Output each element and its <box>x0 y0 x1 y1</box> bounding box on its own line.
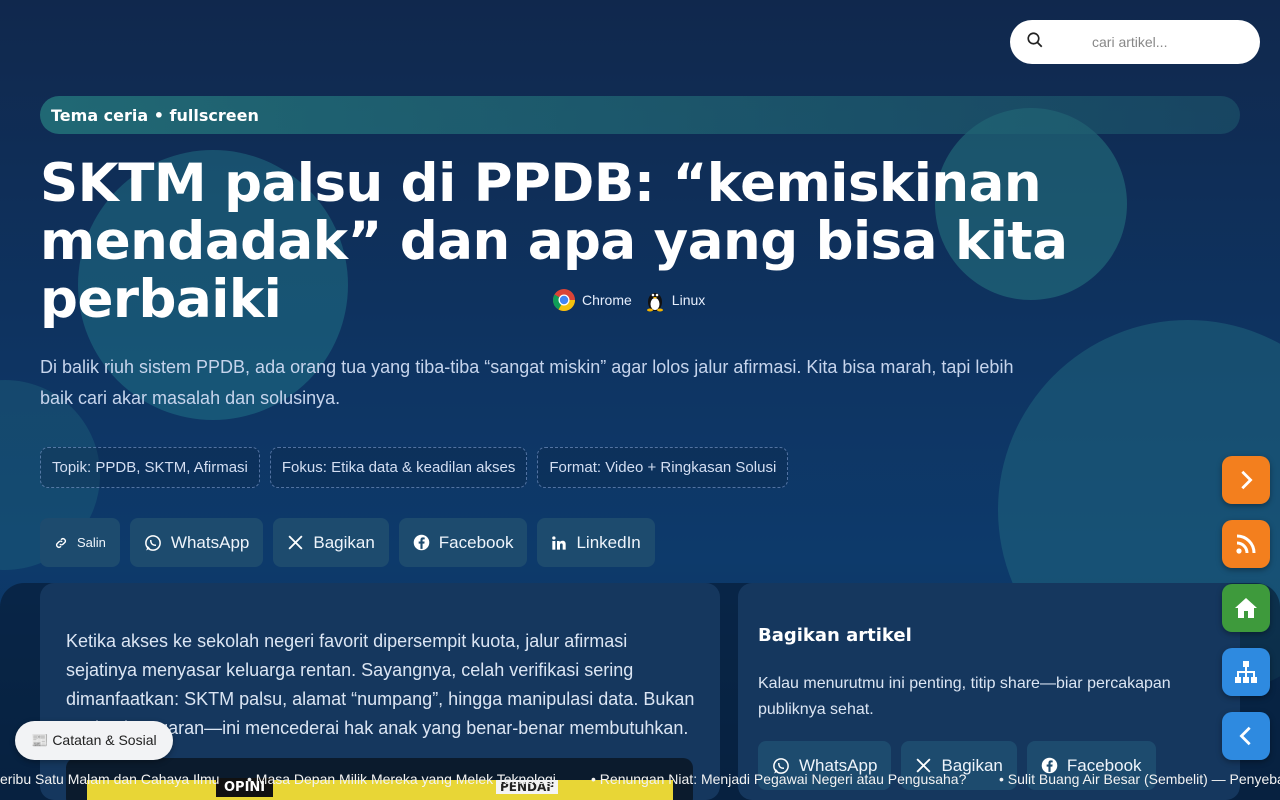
whatsapp-label: WhatsApp <box>170 532 250 552</box>
chip-focus: Fokus: Etika data & keadilan akses <box>269 447 528 488</box>
category-toast[interactable]: 📰 Catatan & Sosial <box>15 721 173 760</box>
theme-label: Tema ceria • fullscreen <box>51 105 259 125</box>
back-button[interactable] <box>1222 712 1270 760</box>
search-box[interactable] <box>1010 20 1272 64</box>
link-icon <box>56 537 66 548</box>
article-meta-chips: Topik: PPDB, SKTM, Afirmasi Fokus: Etika… <box>40 447 789 488</box>
linkedin-icon <box>552 535 567 550</box>
next-article-button[interactable] <box>1222 456 1270 504</box>
chip-topic: Topik: PPDB, SKTM, Afirmasi <box>40 447 260 488</box>
article-lead: Di balik riuh sistem PPDB, ada orang tua… <box>40 357 1014 408</box>
whatsapp-icon <box>145 534 161 551</box>
sitemap-icon <box>1235 661 1257 683</box>
linux-icon <box>646 293 663 312</box>
back-icon <box>1239 726 1251 746</box>
home-button[interactable] <box>1222 584 1270 632</box>
x-share-label: Bagikan <box>313 532 375 552</box>
sidebar-desc: Kalau menurutmu ini penting, titip share… <box>758 675 1171 718</box>
category-toast-label: 📰 Catatan & Sosial <box>31 732 157 748</box>
ticker-item[interactable]: • Masa Depan Milik Mereka yang Melek Tek… <box>247 771 556 787</box>
rss-button[interactable] <box>1222 520 1270 568</box>
environment-badges: Chrome Linux <box>552 288 705 312</box>
article-body-card: Ketika akses ke sekolah negeri favorit d… <box>40 583 720 800</box>
env-chrome-label: Chrome <box>582 292 632 308</box>
linkedin-share-button[interactable]: LinkedIn <box>537 518 655 567</box>
news-ticker: eribu Satu Malam dan Cahaya Ilmu • Masa … <box>0 769 1280 791</box>
ticker-item[interactable]: • Sulit Buang Air Besar (Sembelit) — Pen… <box>999 771 1280 787</box>
share-bar: Salin WhatsApp Bagikan Facebook LinkedIn <box>40 518 655 567</box>
sidebar-title: Bagikan artikel <box>758 625 912 646</box>
rss-icon <box>1236 534 1256 554</box>
chrome-icon <box>553 289 575 311</box>
search-icon <box>1026 31 1044 53</box>
sitemap-button[interactable] <box>1222 648 1270 696</box>
whatsapp-share-button[interactable]: WhatsApp <box>129 518 264 567</box>
search-input[interactable] <box>1092 34 1272 50</box>
next-icon <box>1241 470 1253 490</box>
linkedin-label: LinkedIn <box>576 532 641 552</box>
chip-format: Format: Video + Ringkasan Solusi <box>537 447 789 488</box>
copy-link-button[interactable]: Salin <box>40 518 120 567</box>
facebook-share-button[interactable]: Facebook <box>398 518 528 567</box>
x-icon <box>288 535 303 550</box>
env-chrome: Chrome <box>552 288 632 312</box>
ticker-item[interactable]: • Renungan Niat: Menjadi Pegawai Negeri … <box>591 771 966 787</box>
x-share-button[interactable]: Bagikan <box>273 518 389 567</box>
env-linux-label: Linux <box>671 292 706 308</box>
facebook-icon <box>413 534 430 551</box>
theme-bar: Tema ceria • fullscreen <box>40 96 1240 134</box>
home-icon <box>1235 598 1257 618</box>
copy-link-label: Salin <box>77 535 106 550</box>
ticker-item[interactable]: eribu Satu Malam dan Cahaya Ilmu <box>0 771 219 787</box>
env-linux: Linux <box>644 288 705 312</box>
facebook-label: Facebook <box>438 532 514 552</box>
share-sidebar: Bagikan artikel Kalau menurutmu ini pent… <box>738 583 1240 800</box>
